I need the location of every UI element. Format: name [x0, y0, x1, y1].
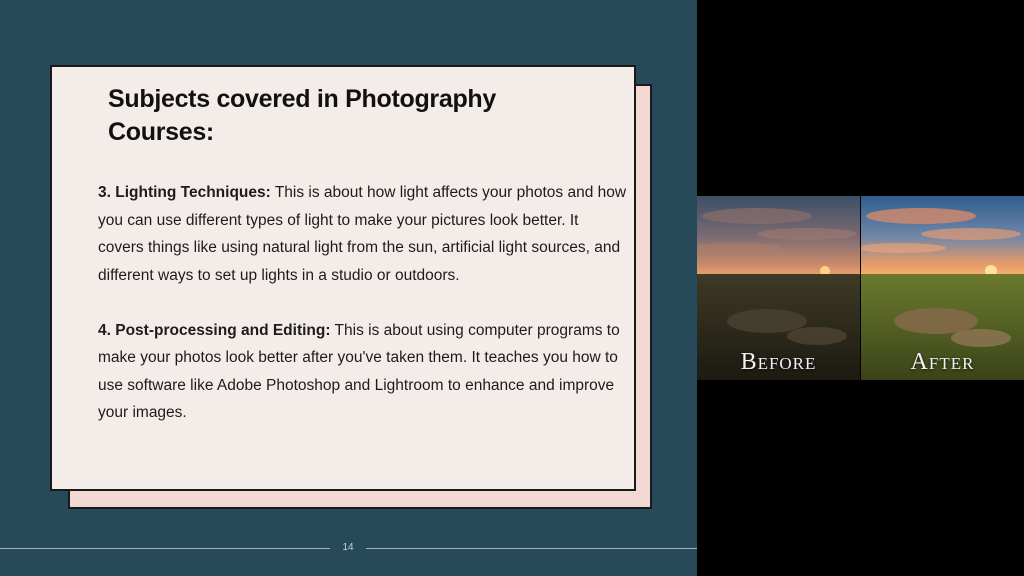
- page-number: 14: [342, 542, 354, 553]
- after-photo: After: [861, 196, 1024, 380]
- section-heading: 4. Post-processing and Editing:: [98, 321, 331, 339]
- before-label: Before: [740, 349, 817, 375]
- slide-title: Subjects covered in Photography Courses:: [108, 85, 497, 146]
- section-lighting: 3. Lighting Techniques: This is about ho…: [98, 179, 628, 289]
- footer-line-right: [366, 548, 697, 549]
- footer-line-left: [0, 548, 330, 549]
- before-photo: Before: [697, 196, 860, 380]
- after-label: After: [910, 349, 975, 375]
- content-card: Subjects covered in Photography Courses:…: [50, 65, 636, 491]
- section-heading: 3. Lighting Techniques:: [98, 184, 271, 201]
- section-post-processing: 4. Post-processing and Editing: This is …: [98, 317, 628, 427]
- slide-body: 3. Lighting Techniques: This is about ho…: [98, 179, 628, 427]
